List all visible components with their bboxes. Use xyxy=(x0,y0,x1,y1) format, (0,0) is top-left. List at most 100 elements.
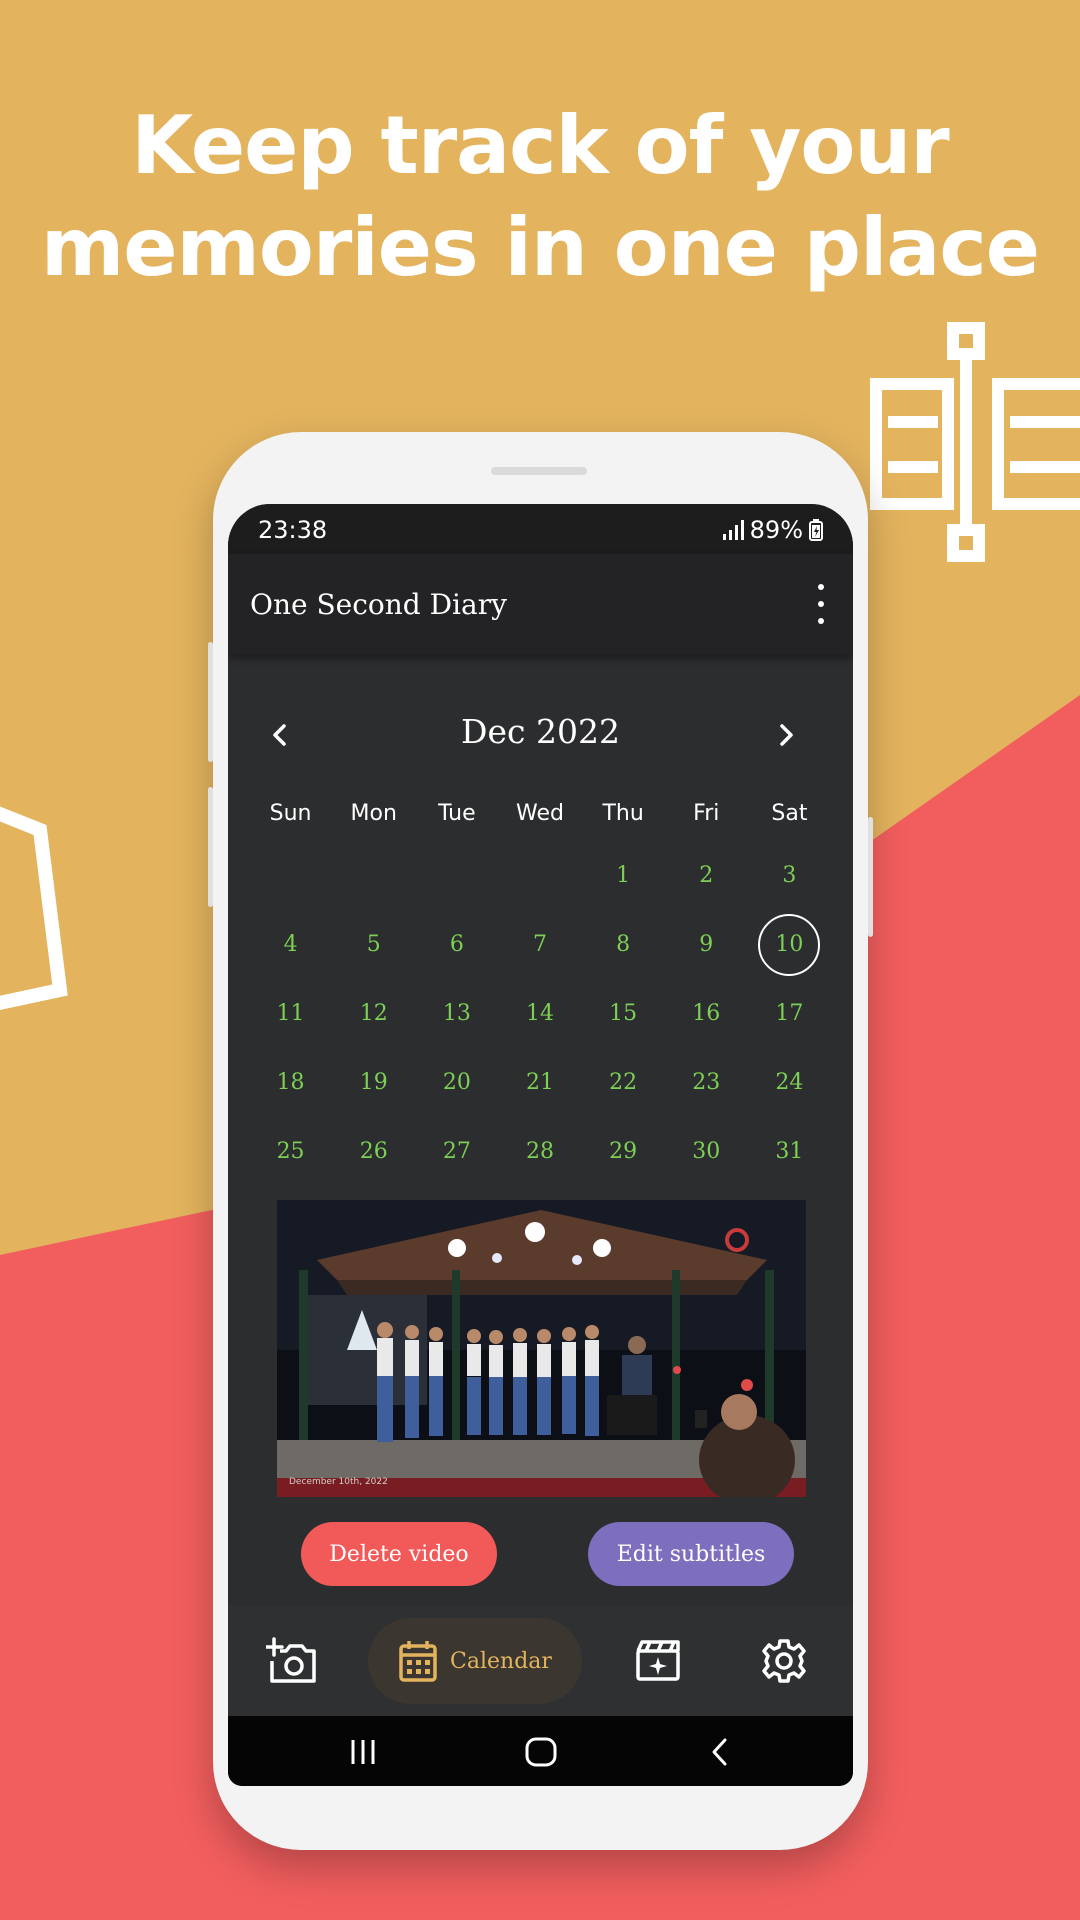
weekday-label: Fri xyxy=(693,801,720,826)
calendar-icon xyxy=(399,1641,437,1682)
calendar-day[interactable]: 12 xyxy=(332,979,415,1048)
calendar-day-number: 1 xyxy=(616,863,631,888)
calendar-day[interactable]: 21 xyxy=(498,1048,581,1117)
home-button[interactable] xyxy=(521,1734,561,1770)
calendar-day[interactable]: 8 xyxy=(582,910,665,979)
calendar-day[interactable]: 15 xyxy=(582,979,665,1048)
calendar-day-selected[interactable]: 10 xyxy=(748,910,831,979)
delete-video-button[interactable]: Delete video xyxy=(301,1522,497,1586)
phone-screen: 23:38 89% One Second Diary Dec 2022 Sun … xyxy=(228,504,853,1786)
side-button xyxy=(208,787,213,907)
calendar-empty-cell xyxy=(415,841,498,910)
calendar-day[interactable]: 11 xyxy=(249,979,332,1048)
calendar-day[interactable]: 14 xyxy=(498,979,581,1048)
calendar-day-number: 21 xyxy=(525,1070,554,1095)
chevron-right-icon xyxy=(780,724,793,746)
app-title: One Second Diary xyxy=(250,588,507,621)
calendar-day-number: 19 xyxy=(359,1070,388,1095)
calendar-day[interactable]: 19 xyxy=(332,1048,415,1117)
calendar-day[interactable]: 25 xyxy=(249,1117,332,1186)
calendar-day[interactable]: 20 xyxy=(415,1048,498,1117)
weekday-label: Wed xyxy=(516,801,564,826)
calendar-day[interactable]: 26 xyxy=(332,1117,415,1186)
calendar-day-number: 20 xyxy=(442,1070,471,1095)
promo-canvas: Keep track of your memories in one place xyxy=(0,0,1080,1920)
calendar-day-number: 3 xyxy=(782,863,797,888)
calendar-day[interactable]: 7 xyxy=(498,910,581,979)
calendar-day[interactable]: 1 xyxy=(582,841,665,910)
calendar-day[interactable]: 22 xyxy=(582,1048,665,1117)
calendar-day[interactable]: 2 xyxy=(665,841,748,910)
nav-settings[interactable] xyxy=(744,1618,824,1704)
nav-add-photo[interactable] xyxy=(252,1618,332,1704)
back-button[interactable] xyxy=(700,1734,740,1770)
calendar-day-number: 25 xyxy=(276,1139,305,1164)
weekday-label: Thu xyxy=(602,801,644,826)
signal-icon xyxy=(722,520,744,540)
calendar-day-number: 14 xyxy=(525,1001,554,1026)
video-preview[interactable]: December 10th, 2022 xyxy=(277,1200,806,1497)
calendar-day-number: 30 xyxy=(692,1139,721,1164)
recent-apps-button[interactable] xyxy=(343,1734,383,1770)
calendar-empty-cell xyxy=(498,841,581,910)
nav-movie[interactable] xyxy=(618,1618,698,1704)
bottom-navigation: Calendar xyxy=(228,1606,853,1716)
calendar-day-number: 29 xyxy=(609,1139,638,1164)
calendar-day-number: 15 xyxy=(609,1001,638,1026)
nav-calendar[interactable]: Calendar xyxy=(368,1618,582,1704)
phone-frame: 23:38 89% One Second Diary Dec 2022 Sun … xyxy=(208,432,873,1850)
calendar-day[interactable]: 17 xyxy=(748,979,831,1048)
headline-line-2: memories in one place xyxy=(40,201,1040,294)
weekday-header: Sun Mon Tue Wed Thu Fri Sat xyxy=(249,801,831,826)
calendar-day[interactable]: 6 xyxy=(415,910,498,979)
calendar-day-number: 13 xyxy=(442,1001,471,1026)
side-button xyxy=(208,642,213,762)
month-header: Dec 2022 xyxy=(228,704,853,764)
calendar-day[interactable]: 5 xyxy=(332,910,415,979)
app-bar: One Second Diary xyxy=(228,554,853,654)
recent-apps-icon xyxy=(351,1740,375,1764)
calendar-day[interactable]: 4 xyxy=(249,910,332,979)
next-month-button[interactable] xyxy=(761,710,811,760)
calendar-day-number: 10 xyxy=(758,913,821,976)
calendar-day[interactable]: 13 xyxy=(415,979,498,1048)
edit-subtitles-button[interactable]: Edit subtitles xyxy=(588,1522,794,1586)
month-label: Dec 2022 xyxy=(461,712,620,751)
calendar-day-number: 24 xyxy=(775,1070,804,1095)
calendar-day-number: 28 xyxy=(525,1139,554,1164)
weekday-label: Mon xyxy=(350,801,397,826)
calendar-day[interactable]: 9 xyxy=(665,910,748,979)
calendar-day[interactable]: 27 xyxy=(415,1117,498,1186)
calendar-day-number: 12 xyxy=(359,1001,388,1026)
side-button xyxy=(868,817,873,937)
calendar-day[interactable]: 18 xyxy=(249,1048,332,1117)
calendar-day[interactable]: 28 xyxy=(498,1117,581,1186)
calendar-day[interactable]: 23 xyxy=(665,1048,748,1117)
calendar-day-number: 27 xyxy=(442,1139,471,1164)
calendar-day-number: 11 xyxy=(276,1001,305,1026)
calendar-day-number: 5 xyxy=(366,932,381,957)
calendar-day[interactable]: 24 xyxy=(748,1048,831,1117)
calendar-day[interactable]: 30 xyxy=(665,1117,748,1186)
calendar-day[interactable]: 31 xyxy=(748,1117,831,1186)
promo-headline: Keep track of your memories in one place xyxy=(0,95,1080,299)
home-icon xyxy=(525,1737,557,1767)
settings-icon xyxy=(762,1639,806,1683)
battery-icon xyxy=(809,519,823,541)
calendar-day-number: 26 xyxy=(359,1139,388,1164)
calendar-day-number: 17 xyxy=(775,1001,804,1026)
calendar-empty-cell xyxy=(332,841,415,910)
calendar-day[interactable]: 3 xyxy=(748,841,831,910)
calendar-day-number: 6 xyxy=(449,932,464,957)
calendar-day-number: 31 xyxy=(775,1139,804,1164)
weekday-label: Tue xyxy=(438,801,476,826)
calendar-day[interactable]: 16 xyxy=(665,979,748,1048)
phone-speaker xyxy=(491,467,587,475)
status-indicators: 89% xyxy=(722,516,823,544)
calendar-day[interactable]: 29 xyxy=(582,1117,665,1186)
more-vert-icon[interactable] xyxy=(815,584,827,624)
weekday-label: Sat xyxy=(771,801,808,826)
decorative-shape-icon xyxy=(0,806,68,1011)
add-photo-icon xyxy=(266,1637,316,1683)
calendar-day-number: 18 xyxy=(276,1070,305,1095)
